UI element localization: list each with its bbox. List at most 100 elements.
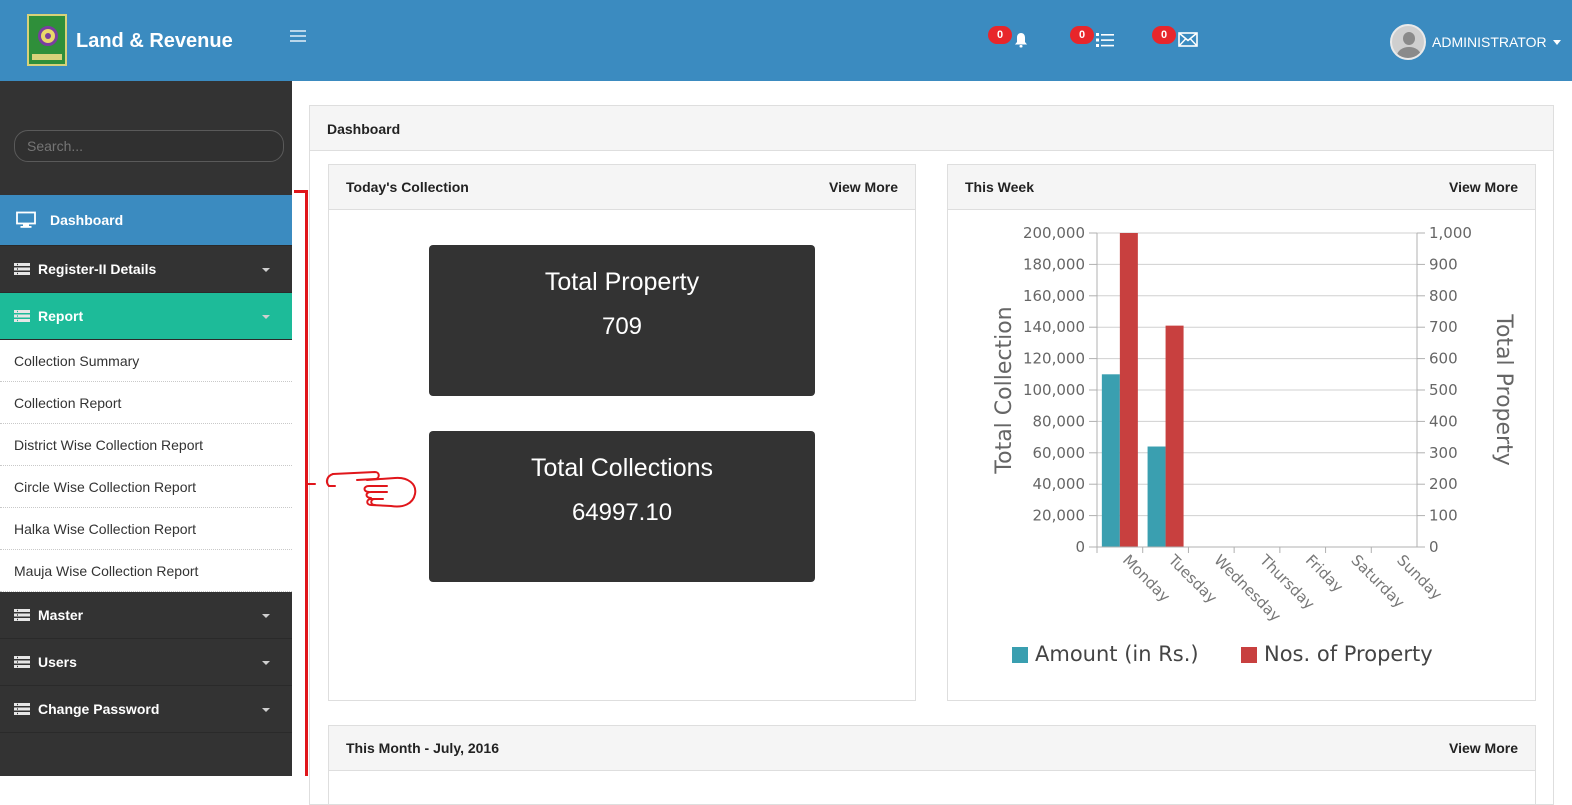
card-title: This Week (965, 179, 1034, 195)
card-title: This Month - July, 2016 (346, 740, 499, 756)
y-tick-label: 100,000 (1023, 381, 1085, 399)
y2-tick-label: 900 (1429, 255, 1458, 273)
brand[interactable]: Land & Revenue (0, 0, 292, 81)
y2-tick-label: 400 (1429, 412, 1458, 430)
x-tick-label: Monday (1119, 551, 1174, 606)
user-menu[interactable]: ADMINISTRATOR (1390, 24, 1561, 60)
bell-icon (1015, 33, 1027, 48)
y2-tick-label: 300 (1429, 444, 1458, 462)
this-week-card: This Week View More 0 0 20,000 100 40,000 200… (947, 164, 1536, 701)
report-submenu: Collection Summary Collection Report Dis… (0, 340, 292, 592)
view-more-link[interactable]: View More (1449, 740, 1518, 756)
sidebar-item-change-password[interactable]: Change Password (0, 686, 292, 733)
legend-label-property: Nos. of Property (1264, 642, 1433, 666)
y2-tick-label: 600 (1429, 350, 1458, 368)
avatar (1390, 24, 1426, 60)
chevron-down-icon (262, 315, 270, 319)
sidebar-item-label: Users (38, 654, 77, 670)
sidebar-item-label: Master (38, 607, 84, 623)
y-tick-label: 60,000 (1033, 444, 1086, 462)
y2-tick-label: 100 (1429, 507, 1458, 525)
y2-tick-label: 200 (1429, 475, 1458, 493)
y2-axis-label: Total Property (1491, 313, 1516, 465)
card-title: Today's Collection (346, 179, 469, 195)
y2-tick-label: 500 (1429, 381, 1458, 399)
submenu-item-mauja-wise-report[interactable]: Mauja Wise Collection Report (0, 550, 292, 592)
y-tick-label: 40,000 (1033, 475, 1086, 493)
pointing-hand-icon (307, 471, 417, 508)
sidebar-item-report[interactable]: Report (0, 293, 292, 340)
todays-collection-card: Today's Collection View More Total Prope… (328, 164, 916, 701)
list-icon (14, 609, 30, 621)
y-axis-label: Total Collection (992, 306, 1017, 474)
message-count-badge: 0 (1152, 26, 1176, 44)
total-property-label: Total Property (544, 268, 700, 296)
sidebar-nav: Dashboard Register-II Details Report Col… (0, 195, 292, 733)
hamburger-menu-icon[interactable] (290, 30, 306, 44)
chevron-down-icon (262, 268, 270, 272)
list-icon (14, 263, 30, 275)
weekly-bar-chart: 0 0 20,000 100 40,000 200 60,000 300 80,000 400 10… (992, 224, 1516, 666)
sidebar-item-label: Dashboard (50, 212, 124, 228)
chevron-down-icon (1552, 39, 1561, 45)
weekly-chart: 0 0 20,000 100 40,000 200 60,000 300 80,000 400 10… (949, 211, 1535, 704)
bar-amount (1147, 446, 1166, 547)
y-tick-label: 180,000 (1023, 255, 1085, 273)
y-tick-label: 140,000 (1023, 318, 1085, 336)
main-content: Dashboard Today's Collection View More T… (292, 81, 1572, 805)
dashboard-panel: Dashboard Today's Collection View More T… (309, 105, 1554, 805)
message-notification[interactable]: 0 (1152, 26, 1198, 47)
legend-label-amount: Amount (in Rs.) (1035, 642, 1199, 666)
view-more-link[interactable]: View More (1449, 179, 1518, 195)
sidebar-item-label: Change Password (38, 701, 160, 717)
sidebar-item-dashboard[interactable]: Dashboard (0, 195, 292, 246)
sidebar-item-label: Report (38, 308, 84, 324)
submenu-item-district-wise-report[interactable]: District Wise Collection Report (0, 424, 292, 466)
y2-tick-label: 800 (1429, 287, 1458, 305)
sidebar-item-users[interactable]: Users (0, 639, 292, 686)
legend-swatch-amount (1012, 647, 1028, 663)
chevron-down-icon (262, 708, 270, 712)
y-tick-label: 200,000 (1023, 224, 1085, 242)
y2-tick-label: 1,000 (1429, 224, 1472, 242)
page-title: Dashboard (310, 106, 1553, 151)
y-tick-label: 0 (1075, 538, 1085, 556)
task-list-notification[interactable]: 0 (1070, 26, 1114, 48)
y-tick-label: 120,000 (1023, 350, 1085, 368)
list-icon (14, 656, 30, 668)
total-property-value: 709 (601, 313, 643, 340)
this-month-card: This Month - July, 2016 View More (328, 725, 1536, 805)
notification-count-badge: 0 (988, 26, 1012, 44)
chevron-down-icon (262, 614, 270, 618)
y-tick-label: 20,000 (1033, 507, 1086, 525)
sidebar: Dashboard Register-II Details Report Col… (0, 81, 292, 776)
chevron-down-icon (262, 661, 270, 665)
submenu-item-collection-summary[interactable]: Collection Summary (0, 340, 292, 382)
top-navbar: Land & Revenue 0 0 0 ADMINISTRATOR (0, 0, 1572, 81)
list-icon (14, 310, 30, 322)
submenu-item-halka-wise-report[interactable]: Halka Wise Collection Report (0, 508, 292, 550)
total-collections-label: Total Collections (530, 454, 714, 482)
bar-property (1165, 325, 1184, 547)
list-icon (1096, 33, 1114, 47)
submenu-item-collection-report[interactable]: Collection Report (0, 382, 292, 424)
total-property-tile: Total Property 709 (429, 245, 815, 396)
total-collections-value: 64997.10 (571, 499, 673, 526)
bar-property (1119, 233, 1138, 547)
submenu-item-circle-wise-report[interactable]: Circle Wise Collection Report (0, 466, 292, 508)
legend-swatch-property (1241, 647, 1257, 663)
y2-tick-label: 0 (1429, 538, 1439, 556)
monitor-icon (16, 211, 36, 228)
view-more-link[interactable]: View More (829, 179, 898, 195)
y-tick-label: 160,000 (1023, 287, 1085, 305)
sidebar-item-register-ii[interactable]: Register-II Details (0, 246, 292, 293)
search-input[interactable] (14, 130, 284, 162)
envelope-icon (1178, 32, 1198, 47)
total-collections-tile: Total Collections 64997.10 (429, 431, 815, 582)
sidebar-item-master[interactable]: Master (0, 592, 292, 639)
task-count-badge: 0 (1070, 26, 1094, 44)
notification-bell[interactable]: 0 (988, 26, 1028, 48)
brand-title: Land & Revenue (76, 30, 233, 52)
y2-tick-label: 700 (1429, 318, 1458, 336)
y-tick-label: 80,000 (1033, 412, 1086, 430)
